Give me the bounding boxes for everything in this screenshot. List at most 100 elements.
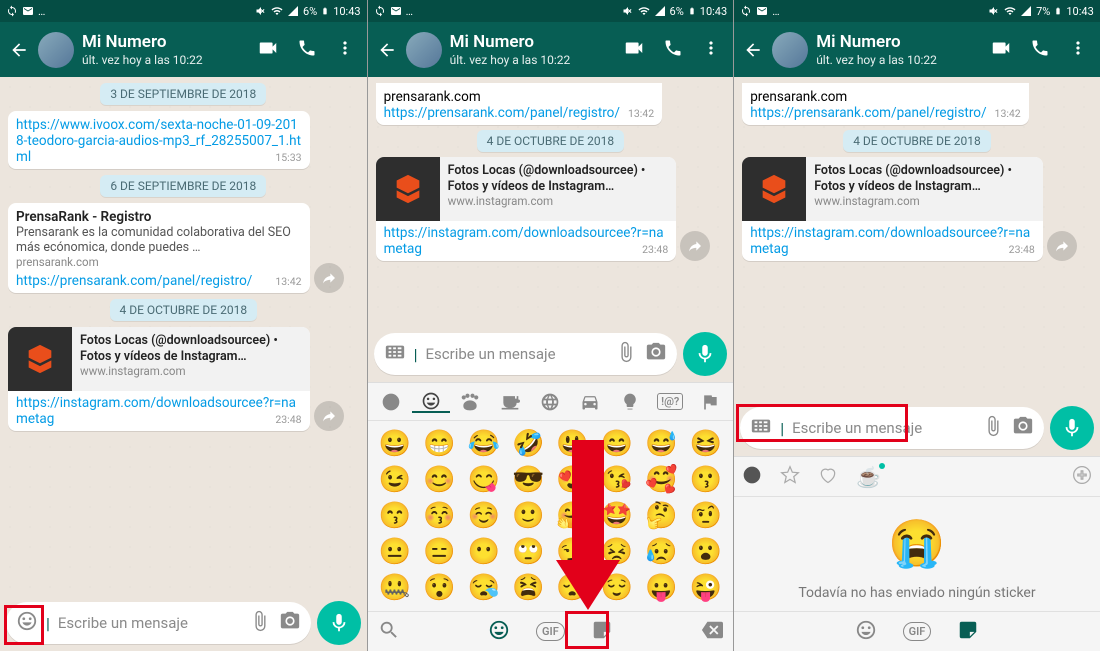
switch-emoji[interactable] [488,619,510,645]
tab-animals[interactable] [452,392,490,412]
emoji-cell[interactable]: 😎 [509,465,547,495]
switch-emoji[interactable] [855,619,877,645]
tab-heart-stickers[interactable] [818,465,838,489]
menu-button[interactable] [1068,38,1088,62]
voice-call-button[interactable] [1030,38,1050,62]
attach-icon[interactable] [249,610,271,636]
mic-button[interactable] [317,601,361,645]
emoji-cell[interactable]: 😄 [598,429,636,459]
tab-symbols[interactable]: !@? [651,393,689,410]
message-bubble[interactable]: Fotos Locas (@downloadsourcee) • Fotos y… [742,157,1043,261]
chat-scroll[interactable]: prensarank.com https://prensarank.com/pa… [368,77,734,326]
camera-icon[interactable] [645,341,667,367]
forward-button[interactable] [1047,231,1077,261]
emoji-icon[interactable] [16,610,38,636]
message-bubble[interactable]: https://www.ivoox.com/sexta-noche-01-09-… [8,111,310,169]
emoji-cell[interactable]: 😁 [420,429,458,459]
emoji-cell[interactable]: 😗 [687,465,725,495]
chat-scroll[interactable]: prensarank.com https://prensarank.com/pa… [734,77,1100,400]
voice-call-button[interactable] [663,38,683,62]
message-input[interactable]: |Escribe un mensaje [374,333,678,375]
emoji-cell[interactable]: 😥 [642,537,680,567]
forward-button[interactable] [314,401,344,431]
tab-activity[interactable] [531,392,569,412]
keyboard-icon[interactable] [384,341,406,367]
tab-food[interactable] [491,392,529,412]
switch-sticker[interactable] [957,619,979,645]
message-link[interactable]: https://www.ivoox.com/sexta-noche-01-09-… [16,117,301,165]
tab-recent-stickers[interactable] [742,465,762,489]
menu-button[interactable] [335,38,355,62]
voice-call-button[interactable] [297,38,317,62]
tab-favorite-stickers[interactable] [780,465,800,489]
message-input[interactable]: |Escribe un mensaje [740,407,1044,449]
emoji-cell[interactable]: 😅 [642,429,680,459]
emoji-cell[interactable]: 🤗 [553,501,591,531]
emoji-cell[interactable]: 😏 [553,537,591,567]
chat-scroll[interactable]: 3 DE SEPTIEMBRE DE 2018 https://www.ivoo… [0,77,367,595]
emoji-cell[interactable]: 😊 [420,465,458,495]
avatar[interactable] [772,32,808,68]
switch-sticker[interactable] [591,619,613,645]
back-button[interactable] [742,40,764,60]
video-call-button[interactable] [990,37,1012,63]
video-call-button[interactable] [623,37,645,63]
switch-gif[interactable]: GIF [903,622,932,641]
emoji-cell[interactable]: ☺️ [464,501,502,531]
emoji-cell[interactable]: 😋 [464,465,502,495]
emoji-cell[interactable]: 😙 [376,501,414,531]
contact-title-block[interactable]: Mi Numero últ. vez hoy a las 10:22 [82,32,249,67]
tab-objects[interactable] [611,392,649,412]
emoji-cell[interactable]: 😉 [376,465,414,495]
emoji-cell[interactable]: 😪 [464,573,502,603]
emoji-cell[interactable]: 😛 [642,573,680,603]
add-stickers-button[interactable] [1072,465,1092,489]
message-bubble[interactable]: Fotos Locas (@downloadsourcee) • Fotos y… [376,157,677,261]
emoji-cell[interactable]: 🤔 [642,501,680,531]
tab-smileys[interactable] [412,391,450,413]
mic-button[interactable] [683,332,727,376]
message-bubble[interactable]: prensarank.com https://prensarank.com/pa… [742,83,1029,125]
message-bubble[interactable]: PrensaRank - Registro Prensarank es la c… [8,203,310,293]
video-call-button[interactable] [257,37,279,63]
emoji-cell[interactable]: 😫 [509,573,547,603]
emoji-cell[interactable]: 😀 [376,429,414,459]
message-input[interactable]: |Escribe un mensaje [6,602,311,644]
message-bubble[interactable]: prensarank.com https://prensarank.com/pa… [376,83,663,125]
back-button[interactable] [376,40,398,60]
menu-button[interactable] [701,38,721,62]
forward-button[interactable] [314,263,344,293]
emoji-cell[interactable]: 😶 [464,537,502,567]
emoji-cell[interactable]: 🥰 [642,465,680,495]
switch-gif[interactable]: GIF [536,622,565,641]
emoji-cell[interactable]: 😚 [420,501,458,531]
emoji-cell[interactable]: 🙄 [509,537,547,567]
emoji-grid[interactable]: 😀😁😂🤣😃😄😅😆😉😊😋😎😍😘🥰😗😙😚☺️🙂🤗🤩🤔🤨😐😑😶🙄😏😣😥😮🤐😯😪😫😴😌😛… [368,421,734,611]
camera-icon[interactable] [1012,415,1034,441]
backspace-icon[interactable] [701,619,723,645]
back-button[interactable] [8,40,30,60]
emoji-cell[interactable]: 😍 [553,465,591,495]
attach-icon[interactable] [982,415,1004,441]
emoji-cell[interactable]: 🤩 [598,501,636,531]
emoji-cell[interactable]: 😆 [687,429,725,459]
emoji-cell[interactable]: 😑 [420,537,458,567]
emoji-cell[interactable]: 😜 [687,573,725,603]
emoji-cell[interactable]: 😯 [420,573,458,603]
emoji-cell[interactable]: 😮 [687,537,725,567]
emoji-cell[interactable]: 😣 [598,537,636,567]
camera-icon[interactable] [279,610,301,636]
search-icon[interactable] [378,619,400,645]
tab-cuppy-pack[interactable]: ☕ [856,465,881,489]
emoji-cell[interactable]: 😃 [553,429,591,459]
emoji-cell[interactable]: 🤣 [509,429,547,459]
keyboard-icon[interactable] [750,415,772,441]
emoji-cell[interactable]: 😘 [598,465,636,495]
emoji-cell[interactable]: 😴 [553,573,591,603]
emoji-cell[interactable]: 😌 [598,573,636,603]
tab-recent[interactable] [372,392,410,412]
forward-button[interactable] [680,231,710,261]
tab-travel[interactable] [571,392,609,412]
emoji-cell[interactable]: 😂 [464,429,502,459]
attach-icon[interactable] [615,341,637,367]
